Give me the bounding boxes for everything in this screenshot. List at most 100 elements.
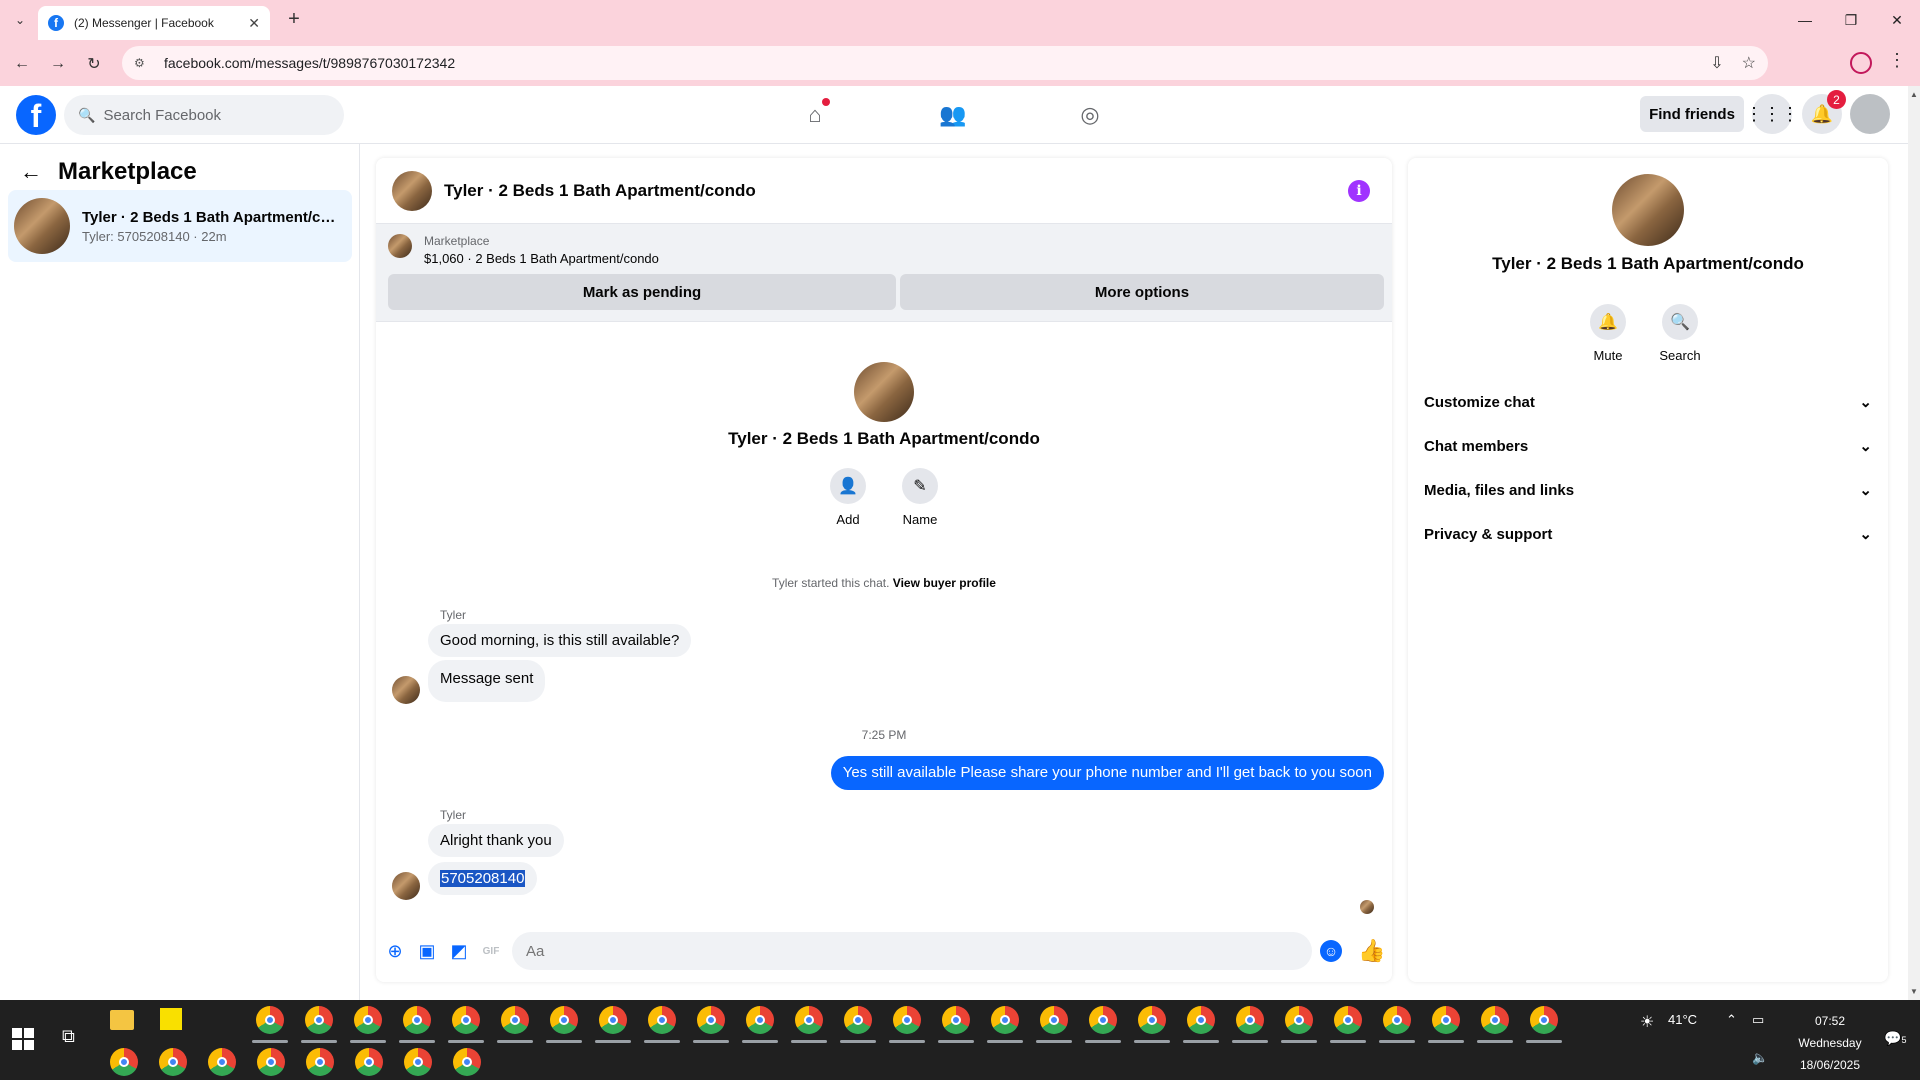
- minimize-button[interactable]: —: [1782, 0, 1828, 40]
- chrome-window-icon[interactable]: [1089, 1006, 1117, 1034]
- media-files-links-row[interactable]: Media, files and links ⌄: [1424, 468, 1872, 512]
- mark-as-pending-button[interactable]: Mark as pending: [388, 274, 896, 310]
- forward-arrow-icon[interactable]: →: [46, 52, 70, 76]
- sender-avatar[interactable]: [392, 676, 420, 704]
- chrome-window-icon[interactable]: [1481, 1006, 1509, 1034]
- tab-list-chevron-icon[interactable]: ⌄: [8, 8, 32, 32]
- menu-grid-icon[interactable]: ⋮⋮⋮: [1745, 94, 1799, 134]
- notification-center-icon[interactable]: 💬5: [1884, 1030, 1906, 1047]
- add-person-icon[interactable]: 👤: [830, 468, 866, 504]
- chrome-window-icon[interactable]: [1334, 1006, 1362, 1034]
- incoming-message[interactable]: Good morning, is this still available?: [428, 624, 692, 657]
- facebook-logo-icon[interactable]: f: [16, 95, 56, 135]
- chrome-window-icon[interactable]: [1187, 1006, 1215, 1034]
- chrome-window-icon[interactable]: [697, 1006, 725, 1034]
- chrome-window-icon[interactable]: [452, 1006, 480, 1034]
- chrome-window-icon[interactable]: [354, 1006, 382, 1034]
- network-icon[interactable]: ▭: [1752, 1012, 1764, 1028]
- customize-chat-row[interactable]: Customize chat ⌄: [1424, 380, 1872, 424]
- notifications-bell-icon[interactable]: 🔔 2: [1802, 90, 1846, 134]
- system-clock[interactable]: 07:52 Wednesday 18/06/2025: [1780, 1010, 1880, 1076]
- account-avatar[interactable]: [1850, 94, 1890, 134]
- scroll-up-icon[interactable]: ▲: [1910, 90, 1918, 99]
- chrome-window-icon[interactable]: [746, 1006, 774, 1034]
- chrome-window-icon[interactable]: [1530, 1006, 1558, 1034]
- mute-action[interactable]: 🔔 Mute: [1578, 304, 1638, 363]
- volume-icon[interactable]: 🔈: [1752, 1050, 1768, 1066]
- search-input[interactable]: 🔍 Search Facebook: [64, 95, 344, 135]
- chrome-window-icon[interactable]: [550, 1006, 578, 1034]
- browser-profile-icon[interactable]: [1850, 52, 1872, 74]
- bookmark-star-icon[interactable]: ☆: [1742, 53, 1756, 73]
- bell-icon[interactable]: 🔔: [1590, 304, 1626, 340]
- weather-icon[interactable]: ☀: [1640, 1012, 1654, 1032]
- chrome-window-icon[interactable]: [256, 1006, 284, 1034]
- message-input[interactable]: [512, 932, 1312, 970]
- chrome-window-icon[interactable]: [404, 1048, 432, 1076]
- plus-circle-icon[interactable]: ⊕: [384, 940, 406, 962]
- browser-menu-icon[interactable]: ⋮: [1888, 50, 1906, 71]
- chat-members-row[interactable]: Chat members ⌄: [1424, 424, 1872, 468]
- url-input[interactable]: ⚙ facebook.com/messages/t/98987670301723…: [122, 46, 1768, 80]
- chrome-window-icon[interactable]: [844, 1006, 872, 1034]
- chrome-window-icon[interactable]: [991, 1006, 1019, 1034]
- privacy-support-row[interactable]: Privacy & support ⌄: [1424, 512, 1872, 556]
- sender-avatar[interactable]: [392, 872, 420, 900]
- chrome-window-icon[interactable]: [1236, 1006, 1264, 1034]
- outgoing-message[interactable]: Yes still available Please share your ph…: [830, 756, 1384, 790]
- listing-price-title[interactable]: $1,060 · 2 Beds 1 Bath Apartment/condo: [424, 251, 659, 266]
- close-window-button[interactable]: ✕: [1874, 0, 1920, 40]
- friends-icon[interactable]: 👥: [938, 100, 968, 130]
- site-settings-icon[interactable]: ⚙: [134, 56, 152, 70]
- task-view-icon[interactable]: ⧉: [62, 1026, 75, 1047]
- file-explorer-icon[interactable]: [110, 1010, 134, 1030]
- scroll-down-icon[interactable]: ▼: [1910, 987, 1918, 996]
- show-hidden-icons[interactable]: ⌃: [1726, 1012, 1737, 1028]
- find-friends-button[interactable]: Find friends: [1640, 96, 1744, 132]
- chrome-window-icon[interactable]: [305, 1006, 333, 1034]
- browser-tab[interactable]: f (2) Messenger | Facebook ✕: [38, 6, 270, 40]
- chrome-window-icon[interactable]: [893, 1006, 921, 1034]
- incoming-message[interactable]: Alright thank you: [428, 824, 564, 857]
- chrome-window-icon[interactable]: [208, 1048, 236, 1076]
- chrome-window-icon[interactable]: [403, 1006, 431, 1034]
- chat-title[interactable]: Tyler · 2 Beds 1 Bath Apartment/condo: [444, 181, 756, 201]
- chrome-window-icon[interactable]: [306, 1048, 334, 1076]
- sticker-icon[interactable]: ◩: [448, 940, 470, 962]
- selected-phone-number[interactable]: 5705208140: [440, 870, 526, 887]
- chrome-window-icon[interactable]: [110, 1048, 138, 1076]
- view-buyer-profile-link[interactable]: View buyer profile: [893, 576, 996, 590]
- emoji-icon[interactable]: ☺: [1320, 940, 1342, 962]
- page-scrollbar[interactable]: ▲ ▼: [1908, 86, 1920, 1000]
- chrome-window-icon[interactable]: [355, 1048, 383, 1076]
- groups-icon[interactable]: ◎: [1075, 100, 1105, 130]
- chrome-window-icon[interactable]: [1383, 1006, 1411, 1034]
- chrome-window-icon[interactable]: [453, 1048, 481, 1076]
- chrome-window-icon[interactable]: [159, 1048, 187, 1076]
- chrome-window-icon[interactable]: [942, 1006, 970, 1034]
- chrome-window-icon[interactable]: [1285, 1006, 1313, 1034]
- weather-temperature[interactable]: 41°C: [1668, 1012, 1697, 1027]
- add-action[interactable]: 👤 Add: [818, 468, 878, 527]
- info-icon[interactable]: i: [1348, 180, 1370, 202]
- close-tab-icon[interactable]: ✕: [248, 15, 260, 32]
- chat-thumbnail[interactable]: [392, 170, 432, 211]
- chrome-window-icon[interactable]: [257, 1048, 285, 1076]
- install-app-icon[interactable]: ⇩: [1710, 53, 1723, 73]
- windows-start-icon[interactable]: [12, 1028, 34, 1050]
- conversation-item[interactable]: Tyler · 2 Beds 1 Bath Apartment/co... Ty…: [8, 190, 352, 262]
- chrome-window-icon[interactable]: [648, 1006, 676, 1034]
- back-arrow-icon[interactable]: ←: [10, 52, 34, 76]
- name-action[interactable]: ✎ Name: [890, 468, 950, 527]
- sticky-notes-icon[interactable]: [160, 1008, 182, 1030]
- chrome-window-icon[interactable]: [501, 1006, 529, 1034]
- search-action[interactable]: 🔍 Search: [1650, 304, 1710, 363]
- incoming-message[interactable]: Message sent: [428, 660, 546, 702]
- pencil-icon[interactable]: ✎: [902, 468, 938, 504]
- reload-icon[interactable]: ↻: [82, 52, 106, 76]
- incoming-message[interactable]: 5705208140: [428, 862, 538, 895]
- chrome-window-icon[interactable]: [1138, 1006, 1166, 1034]
- thumbs-up-icon[interactable]: 👍: [1358, 938, 1385, 964]
- more-options-button[interactable]: More options: [900, 274, 1384, 310]
- chrome-window-icon[interactable]: [1432, 1006, 1460, 1034]
